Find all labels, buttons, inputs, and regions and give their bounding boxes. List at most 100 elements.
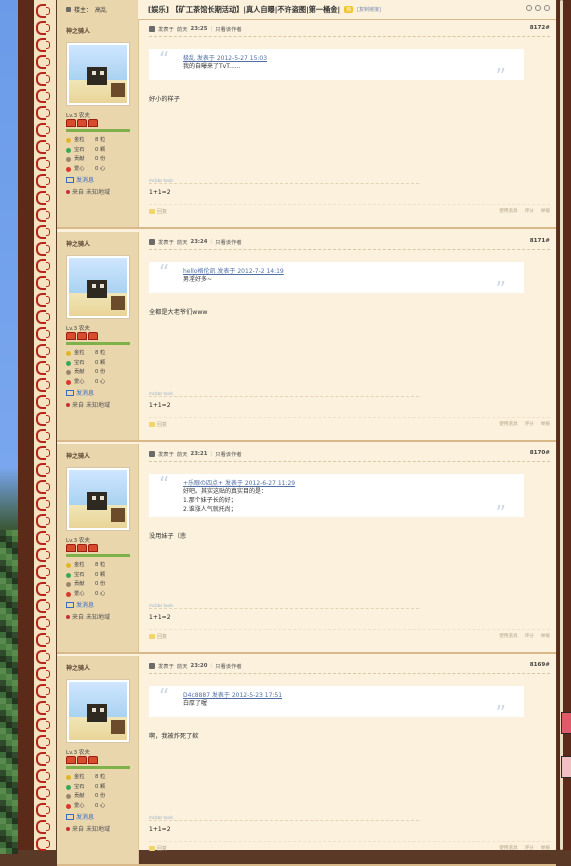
binding-hook-icon [46, 330, 50, 338]
binding-hook-icon [36, 803, 46, 817]
stat-row: 宝石 0 颗 [66, 359, 105, 369]
quote-source-link[interactable]: 极乱 发表于 2012-5-27 15:03 [183, 53, 524, 62]
send-message-link[interactable]: 发消息 [66, 812, 94, 821]
binding-hook-icon [36, 225, 46, 239]
binding-hook-icon [36, 837, 46, 851]
stat-label: 爱心 [74, 590, 85, 597]
side-tab-pink[interactable] [561, 756, 571, 778]
post-action-link[interactable]: 使用道具 [499, 421, 517, 427]
binding-hook-icon [36, 123, 46, 137]
avatar[interactable] [66, 679, 130, 743]
binding-hook-icon [36, 4, 46, 18]
level-progress-bar [66, 342, 130, 345]
stat-label: 贡献 [74, 793, 85, 800]
author-name[interactable]: 神之骑人 [66, 663, 90, 672]
quote-block: “ hello格伦凯 发表于 2012-7-2 14:19 男淫好多~ ” [149, 262, 524, 299]
quote-source-link[interactable]: hello格伦凯 发表于 2012-7-2 14:19 [183, 266, 524, 275]
post-action-link[interactable]: 评分 [525, 421, 534, 427]
op-name[interactable]: 高乱 [95, 5, 107, 14]
only-author-link[interactable]: 只看该作者 [215, 662, 242, 670]
only-author-link[interactable]: 只看该作者 [215, 450, 242, 458]
next-thread-icon[interactable] [544, 5, 550, 11]
post-action-link[interactable]: 使用道具 [499, 633, 517, 639]
post-action-link[interactable]: 举报 [541, 845, 550, 851]
binding-hook-icon [46, 313, 50, 321]
user-stats: 金粒 8 粒宝石 0 颗贡献 0 份爱心 0 心 [66, 773, 105, 811]
avatar[interactable] [66, 255, 130, 319]
binding-hook-icon [46, 364, 50, 372]
stat-icon [66, 592, 71, 598]
binding-hook-icon [46, 687, 50, 695]
stat-row: 宝石 0 颗 [66, 571, 105, 581]
binding-hook-icon [36, 565, 46, 579]
binding-hook-icon [46, 840, 50, 848]
prev-thread-icon[interactable] [535, 5, 541, 11]
binding-hook-icon [46, 194, 50, 202]
post-action-link[interactable]: 举报 [541, 633, 550, 639]
quote-text: 男淫好多~ [183, 276, 213, 283]
avatar[interactable] [66, 467, 130, 531]
open-quote-icon: “ [159, 684, 170, 708]
open-quote-icon: “ [159, 472, 170, 496]
stat-value: 8 粒 [95, 562, 106, 568]
stat-icon [66, 784, 71, 790]
post-action-link[interactable]: 评分 [525, 633, 534, 639]
floor-number[interactable]: 8172# [530, 25, 550, 31]
binding-hook-icon [46, 619, 50, 627]
post-action-link[interactable]: 举报 [541, 421, 550, 427]
side-tab-red[interactable] [561, 712, 571, 734]
floor-number[interactable]: 8171# [530, 238, 550, 244]
user-stats: 金粒 8 粒宝石 0 颗贡献 0 份爱心 0 心 [66, 349, 105, 387]
post-body: 发表于 前天 23:21 | 只看该作者 8170# “ +乐眼の四点+ 发表于… [138, 444, 556, 652]
binding-hook-icon [36, 718, 46, 732]
floor-number[interactable]: 8170# [530, 450, 550, 456]
post-footer: 回复 使用道具 评分 举报 [149, 841, 550, 854]
post-action-link[interactable]: 评分 [525, 845, 534, 851]
location-pin-icon [66, 826, 70, 831]
binding-hook-icon [36, 310, 46, 324]
author-sidebar: 神之骑人 Lv.3 农夫 金粒 8 粒宝石 0 颗贡献 0 份爱心 0 心 发消息 来自… [57, 444, 138, 652]
signature: 1+1=2 [149, 402, 171, 409]
author-name[interactable]: 神之骑人 [66, 239, 90, 248]
binding-hook-icon [46, 58, 50, 66]
user-level: Lv.3 农夫 [66, 538, 90, 544]
post-action-link[interactable]: 评分 [525, 208, 534, 214]
reply-button[interactable]: 回复 [149, 421, 167, 428]
avatar[interactable] [66, 42, 130, 106]
binding-hook-icon [36, 327, 46, 341]
post-action-link[interactable]: 举报 [541, 208, 550, 214]
stat-row: 金粒 8 粒 [66, 136, 105, 146]
print-icon[interactable] [526, 5, 532, 11]
send-message-link[interactable]: 发消息 [66, 600, 94, 609]
binding-hook-icon [46, 636, 50, 644]
stat-value: 0 颗 [95, 783, 106, 790]
thread-content: 楼主： 高乱 [娱乐] 【矿工茶馆长期活动】|真人自曝|不许盗图|第一桶金| 热… [57, 0, 556, 866]
mail-icon [66, 389, 74, 396]
floor-number[interactable]: 8169# [530, 662, 550, 668]
author-name[interactable]: 神之骑人 [66, 26, 90, 35]
quote-source-link[interactable]: +乐眼の四点+ 发表于 2012-6-27 11:29 [183, 478, 524, 487]
quote-source-link[interactable]: D4c8887 发表于 2012-5-23 17:51 [183, 690, 524, 699]
level-progress-bar [66, 766, 130, 769]
post-action-link[interactable]: 使用道具 [499, 845, 517, 851]
hat-icon [66, 119, 76, 127]
binding-hook-icon [46, 177, 50, 185]
only-author-link[interactable]: 只看该作者 [215, 25, 242, 33]
only-author-link[interactable]: 只看该作者 [215, 238, 242, 246]
stat-row: 金粒 8 粒 [66, 773, 105, 783]
stat-label: 宝石 [74, 783, 85, 790]
send-message-link[interactable]: 发消息 [66, 175, 94, 184]
reply-button[interactable]: 回复 [149, 633, 167, 640]
close-quote-icon: ” [495, 64, 506, 88]
author-name[interactable]: 神之骑人 [66, 451, 90, 460]
stat-value: 0 心 [95, 165, 106, 172]
binding-hook-icon [36, 616, 46, 630]
copy-link[interactable]: [复制链接] [357, 6, 381, 13]
author-sidebar: 神之骑人 Lv.3 农夫 金粒 8 粒宝石 0 颗贡献 0 份爱心 0 心 发消息 来自… [57, 656, 138, 864]
post-action-link[interactable]: 使用道具 [499, 208, 517, 214]
reply-button[interactable]: 回复 [149, 845, 167, 852]
reply-button[interactable]: 回复 [149, 208, 167, 215]
send-message-link[interactable]: 发消息 [66, 388, 94, 397]
stat-value: 0 份 [95, 156, 106, 163]
binding-hook-icon [36, 633, 46, 647]
